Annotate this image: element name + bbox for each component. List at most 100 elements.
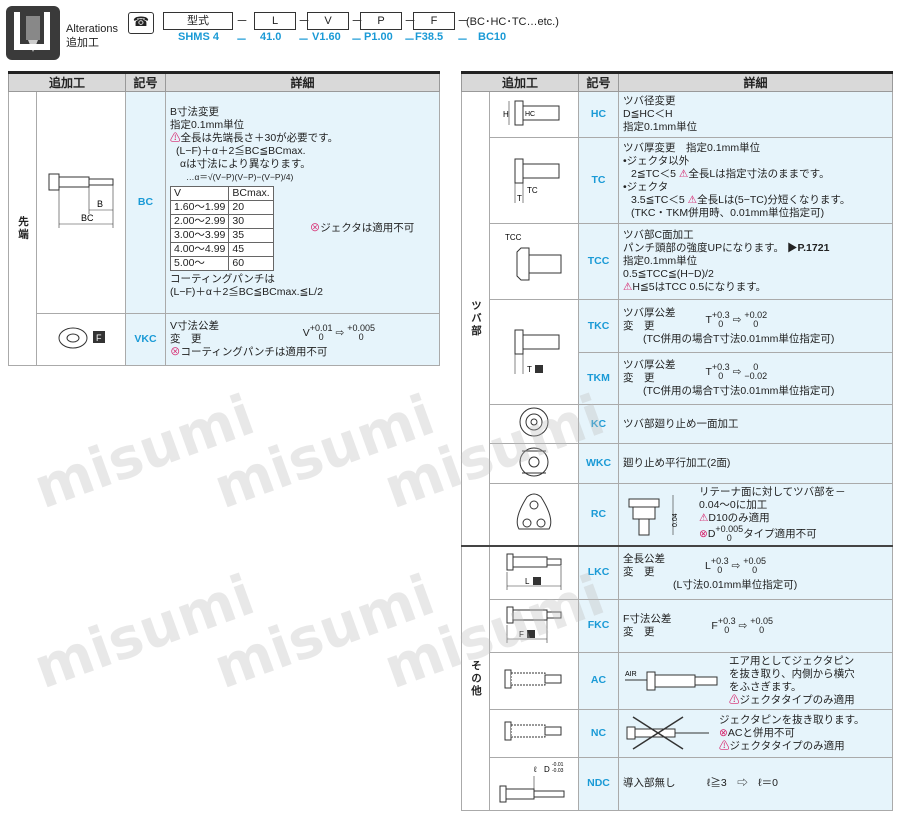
figure-ac [489, 651, 579, 710]
tol-old: +0.3 0 [711, 557, 729, 575]
code-dash: － [404, 34, 415, 46]
detail-line: パンチ頭部の強度UPになります。 [623, 242, 785, 254]
rc-side-figure: 0.04 [628, 494, 679, 535]
detail-line: 3.5≦TC＜5 [631, 193, 685, 206]
code-box-p: P [360, 12, 402, 30]
detail-line: ツバ部C面加工 [623, 229, 694, 241]
detail-line: (TKC・TKM併用時、0.01mm単位指定可) [631, 206, 825, 219]
symbol-fkc: FKC [578, 598, 619, 653]
detail-line: 指定0.1mm単位 [623, 255, 698, 267]
detail-line: (TC併用の場合T寸法0.01mm単位指定可) [643, 385, 835, 397]
detail-rc: 0.04 リテーナ面に対してツバ部を－ 0.04～0に加工 ⚠D10のみ適用 ⊗… [618, 483, 893, 547]
detail-line: D≦HC＜H [623, 108, 673, 120]
detail-line: 全長Lは指定寸法のままです。 [688, 167, 830, 180]
alterations-icon [6, 6, 60, 60]
mini-cell: 5.00～ [169, 256, 230, 271]
detail-tkc: ツバ厚公差変 更 T+0.3 0 ⇨ +0.02 0 (TC併用の場合T寸法0.01… [618, 299, 893, 353]
table-row: F FKC F寸法公差変 更 F+0.3 0 ⇨ +0.05 0 [462, 598, 893, 653]
tol-old: +0.3 0 [712, 363, 730, 381]
detail-tc: ツバ厚変更 指定0.1mm単位 •ジェクタ以外 2≦TC＜5 ⚠全長Lは指定寸法… [618, 137, 893, 224]
tol-low: 0 [752, 565, 758, 576]
header-title-ja: 追加工 [66, 37, 99, 49]
figure-fkc: F [489, 598, 579, 653]
table-row: WKC 廻り止め平行加工(2面) [462, 443, 893, 484]
figure-wkc [489, 443, 579, 484]
arrow-right-icon: ⇨ [732, 313, 742, 326]
fig-label-bc: BC [81, 213, 94, 223]
fig-label-h: H [503, 110, 509, 119]
warning-icon: ⚠ [623, 281, 633, 293]
table-row: TCC TCC ツバ部C面加工 パンチ頭部の強度UPになります。 ▶P.1721… [462, 223, 893, 300]
table-row: ℓ D -0.01 -0.03 NDC 導入部無し ℓ≧3 ⇨ ℓ＝0 [462, 756, 893, 811]
code-box-type: 型式 [163, 12, 233, 30]
detail-line: ツバ厚公差 [623, 306, 676, 319]
col-header-symbol: 記号 [578, 71, 619, 92]
detail-line: ジェクタピンを抜き取ります。 [719, 713, 865, 726]
detail-vkc: V寸法公差 変 更 V+0.01 0 ⇨ +0.005 0 ⊗コーティングパンチは適… [165, 313, 440, 366]
warning-icon: ⚠ [699, 512, 709, 524]
warning-icon: ⚠ [729, 693, 740, 706]
col-header-alteration: 追加工 [461, 71, 579, 92]
detail-ndc: 導入部無し ℓ≧3 ⇨ ℓ＝0 [618, 756, 893, 811]
detail-line: を抜き取り、内側から横穴 [729, 667, 855, 680]
detail-hc: ツバ径変更 D≦HC＜H 指定0.1mm単位 [618, 91, 893, 138]
detail-line: H≦5はTCC 0.5になります。 [632, 281, 767, 293]
detail-line: 全長公差 [623, 553, 665, 566]
table-row: RC 0.04 リテーナ面に対してツバ部を－ 0.04～0に加工 ⚠D10のみ適… [462, 483, 893, 547]
tol-low: 0 [318, 332, 324, 342]
detail-line: 変 更 [623, 319, 655, 332]
fig-label-hc: HC [525, 111, 535, 118]
fig-label-f: F [519, 630, 524, 639]
detail-line: 全長Lは(5−TC)分短くなります。 [697, 193, 851, 206]
header-title: Alterations 追加工 [66, 22, 118, 50]
warning-icon: ⚠ [719, 739, 730, 752]
detail-line: ツバ部廻り止め一面加工 [623, 417, 739, 430]
detail-line: ジェクタタイプのみ適用 [739, 693, 855, 706]
example-alteration: BC10 [478, 31, 507, 43]
symbol-tc: TC [578, 137, 619, 224]
fig-label-air: AIR [625, 671, 637, 678]
code-dash: － [236, 14, 249, 28]
example-v: V1.60 [312, 31, 341, 43]
table-row: AC AIR エア用としてジェクタピン を抜き取り、内側から横穴 をふさぎます。… [462, 651, 893, 710]
code-box-f: F [413, 12, 455, 30]
tol-old: +0.01 0 [310, 324, 333, 342]
col-header-detail: 詳細 [618, 71, 893, 92]
detail-line: ツバ厚公差 [623, 359, 676, 371]
tol-low: 0 [759, 624, 765, 635]
table-row: KC ツバ部廻り止め一面加工 [462, 404, 893, 444]
detail-line: V寸法公差 [170, 320, 220, 332]
watermark: misumi [205, 562, 443, 703]
detail-ac: AIR エア用としてジェクタピン を抜き取り、内側から横穴 をふさぎます。 ⚠ジ… [618, 651, 893, 710]
figure-tkc: T [489, 299, 579, 405]
detail-line: ℓ≧3 [707, 777, 727, 789]
fig-label-d: D [544, 765, 550, 774]
svg-text:F: F [96, 333, 102, 343]
detail-line: ツバ径変更 [623, 95, 676, 107]
figure-hc: H HC [489, 91, 579, 138]
code-dash: － [457, 34, 468, 46]
tol-low: 0 [753, 318, 759, 329]
mini-cell: 1.60～1.99 [169, 200, 230, 215]
page-ref-icon: ▶ [786, 242, 798, 254]
symbol-ndc: NDC [578, 756, 619, 811]
tol-low: 0 [718, 318, 724, 329]
detail-line: F寸法公差 [623, 612, 672, 625]
symbol-kc: KC [578, 404, 619, 444]
symbol-rc: RC [578, 483, 619, 547]
figure-vkc: F [36, 313, 126, 366]
code-box-v: V [307, 12, 349, 30]
watermark: misumi [25, 382, 263, 523]
warning-icon: ⚠ [170, 132, 181, 144]
figure-nc [489, 708, 579, 758]
tol-new: +0.005 0 [715, 525, 743, 543]
detail-line: (L寸法0.01mm単位指定可) [673, 579, 798, 592]
detail-line: (TC併用の場合T寸法0.01mm単位指定可) [643, 332, 835, 345]
detail-line: 変 更 [623, 372, 655, 384]
figure-tcc: TCC [489, 223, 579, 300]
code-dash: － [298, 34, 309, 46]
fig-label-t: T [527, 365, 532, 374]
code-box-l: L [254, 12, 296, 30]
figure-lkc: L [489, 545, 579, 600]
detail-line: •ジェクタ以外 [623, 154, 690, 167]
